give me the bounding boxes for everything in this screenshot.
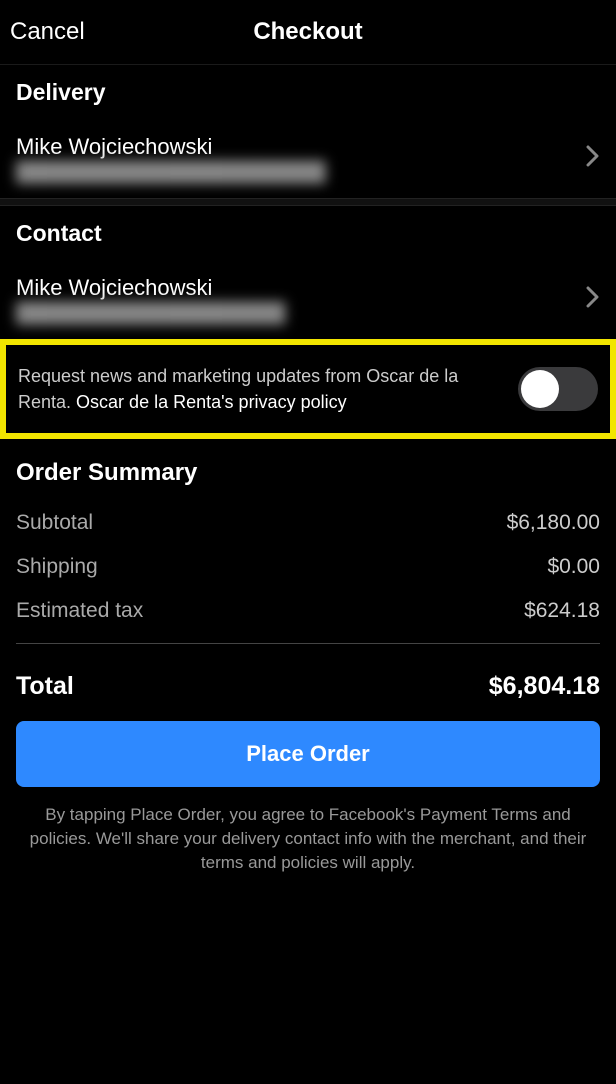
- contact-row[interactable]: Mike Wojciechowski ████████████████████: [0, 257, 616, 339]
- summary-divider: [16, 643, 600, 644]
- summary-row-shipping: Shipping $0.00: [16, 555, 600, 579]
- total-value: $6,804.18: [489, 672, 600, 701]
- delivery-content: Mike Wojciechowski █████████████████████…: [16, 134, 586, 184]
- marketing-text: Request news and marketing updates from …: [18, 363, 518, 415]
- legal-text: By tapping Place Order, you agree to Fac…: [16, 787, 600, 874]
- tax-label: Estimated tax: [16, 599, 143, 623]
- footer: Place Order By tapping Place Order, you …: [0, 701, 616, 874]
- delivery-title: Delivery: [16, 79, 600, 106]
- cancel-button[interactable]: Cancel: [10, 18, 85, 46]
- tax-value: $624.18: [524, 599, 600, 623]
- summary-row-subtotal: Subtotal $6,180.00: [16, 511, 600, 535]
- contact-section-header: Contact: [0, 206, 616, 257]
- section-divider: [0, 198, 616, 206]
- delivery-section-header: Delivery: [0, 65, 616, 116]
- privacy-policy-link[interactable]: Oscar de la Renta's privacy policy: [76, 392, 347, 412]
- subtotal-value: $6,180.00: [507, 511, 600, 535]
- delivery-row[interactable]: Mike Wojciechowski █████████████████████…: [0, 116, 616, 198]
- shipping-label: Shipping: [16, 555, 98, 579]
- contact-content: Mike Wojciechowski ████████████████████: [16, 275, 586, 325]
- chevron-right-icon: [586, 145, 600, 173]
- header: Cancel Checkout: [0, 0, 616, 65]
- total-row: Total $6,804.18: [0, 672, 616, 701]
- order-summary-section: Order Summary Subtotal $6,180.00 Shippin…: [0, 439, 616, 672]
- chevron-right-icon: [586, 286, 600, 314]
- summary-title: Order Summary: [16, 459, 600, 487]
- marketing-toggle[interactable]: [518, 367, 598, 411]
- contact-email: ████████████████████: [16, 303, 586, 325]
- page-title: Checkout: [253, 18, 362, 46]
- delivery-address: ███████████████████████: [16, 162, 586, 184]
- shipping-value: $0.00: [547, 555, 600, 579]
- toggle-knob: [521, 370, 559, 408]
- place-order-button[interactable]: Place Order: [16, 721, 600, 787]
- total-label: Total: [16, 672, 74, 701]
- contact-title: Contact: [16, 220, 600, 247]
- summary-row-tax: Estimated tax $624.18: [16, 599, 600, 623]
- delivery-name: Mike Wojciechowski: [16, 134, 586, 160]
- subtotal-label: Subtotal: [16, 511, 93, 535]
- contact-name: Mike Wojciechowski: [16, 275, 586, 301]
- marketing-optin-highlight: Request news and marketing updates from …: [0, 339, 616, 439]
